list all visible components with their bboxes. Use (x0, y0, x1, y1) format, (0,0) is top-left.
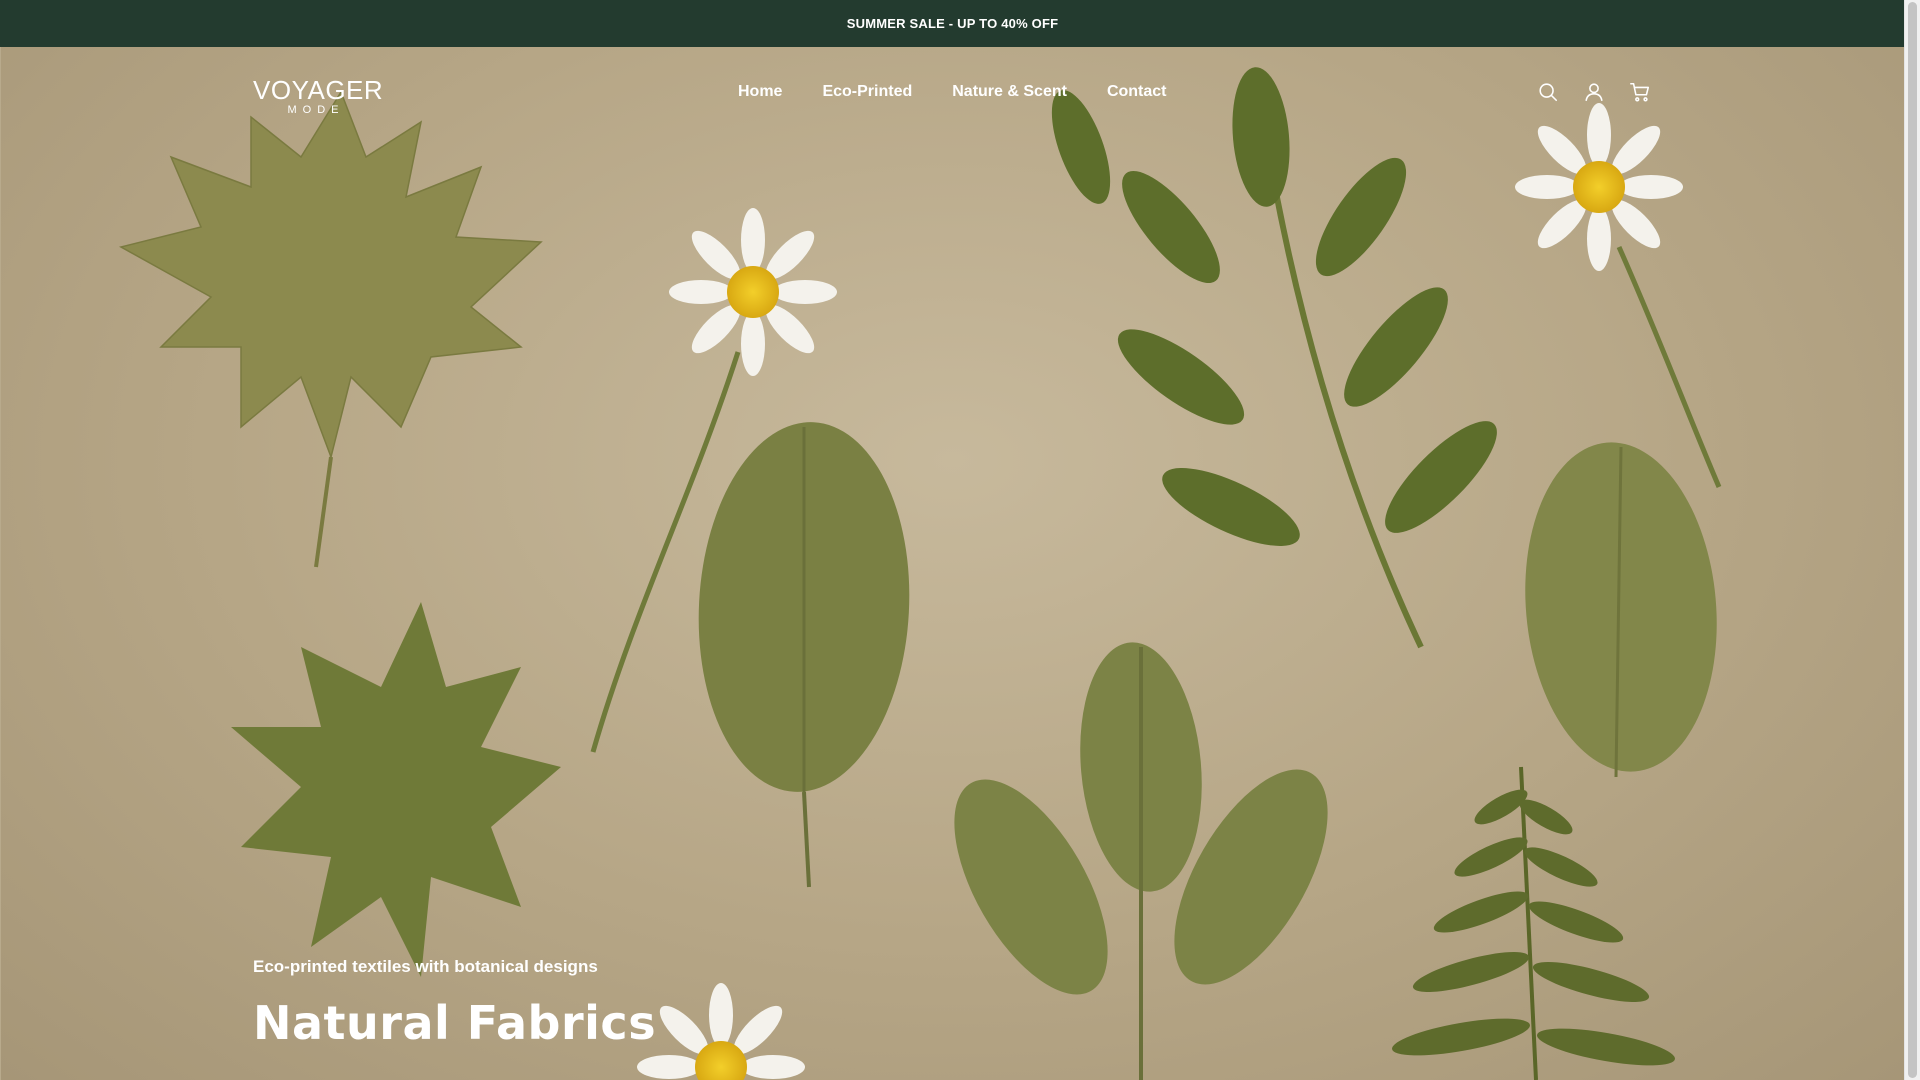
oval-leaf (1525, 442, 1717, 778)
nav-item-nature-scent[interactable]: Nature & Scent (952, 82, 1067, 102)
page: SUMMER SALE - UP TO 40% OFF VOYAGER MODE… (0, 0, 1920, 1080)
site-header: VOYAGER MODE Home Eco-Printed Nature & S… (0, 47, 1905, 137)
maple-leaf (231, 602, 561, 977)
page-scrollbar[interactable] (1904, 0, 1920, 1080)
brand-tagline: MODE (287, 104, 345, 116)
leaf-branch (1051, 67, 1497, 649)
maple-leaf (118, 90, 543, 568)
daisy-flower (1515, 103, 1722, 488)
announcement-bar[interactable]: SUMMER SALE - UP TO 40% OFF (0, 0, 1905, 47)
hero-content: Eco-printed textiles with botanical desi… (253, 956, 656, 1051)
daisy-flower (637, 983, 805, 1080)
header-actions (1536, 80, 1652, 104)
fern-leaf (1392, 766, 1675, 1080)
hero-title: Natural Fabrics (253, 996, 657, 1050)
nav-item-contact[interactable]: Contact (1107, 82, 1167, 102)
hero-banner (1, 47, 1905, 1080)
account-icon[interactable] (1582, 80, 1606, 104)
hero-subtitle: Eco-printed textiles with botanical desi… (253, 957, 598, 976)
cart-icon[interactable] (1628, 80, 1652, 104)
scrollbar-thumb[interactable] (1908, 2, 1917, 1078)
nav-item-home[interactable]: Home (738, 82, 782, 102)
announcement-text: SUMMER SALE - UP TO 40% OFF (846, 16, 1059, 31)
nav-item-eco-printed[interactable]: Eco-Printed (822, 82, 912, 102)
search-icon[interactable] (1536, 80, 1560, 104)
brand-name: VOYAGER (253, 75, 384, 105)
botanical-background-image (118, 67, 1722, 1080)
main-nav: Home Eco-Printed Nature & Scent Contact (738, 82, 1167, 102)
brand-logo[interactable]: VOYAGER MODE (253, 75, 384, 116)
oval-leaf (698, 422, 910, 888)
leaf-cluster (954, 642, 1328, 1080)
